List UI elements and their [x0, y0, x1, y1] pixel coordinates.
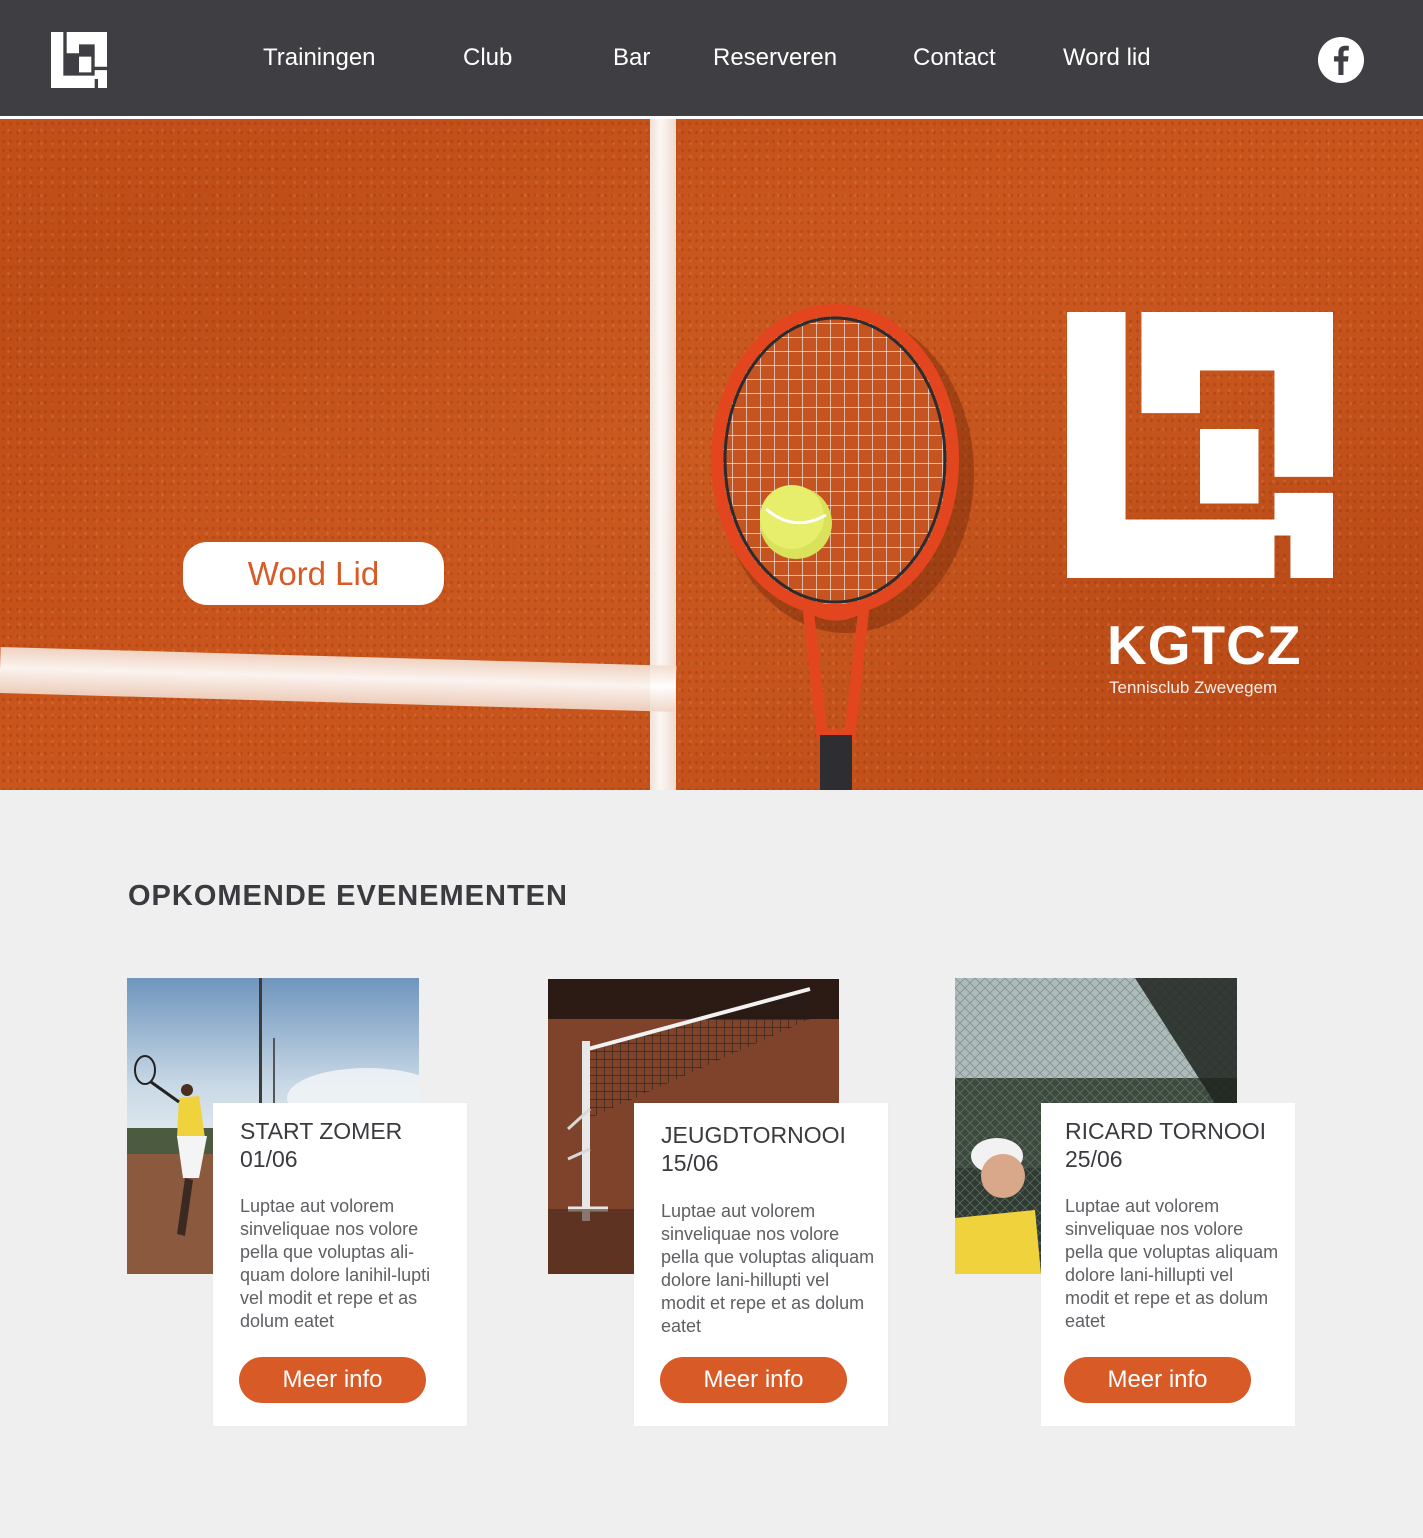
word-lid-button[interactable]: Word Lid: [183, 542, 444, 605]
meer-info-button[interactable]: Meer info: [239, 1357, 426, 1403]
event-date: 25/06: [1065, 1146, 1123, 1172]
brand-name: KGTCZ: [1107, 614, 1302, 676]
tennis-racket-image: [711, 304, 974, 790]
nav-bar[interactable]: Bar: [613, 42, 650, 74]
nav-contact[interactable]: Contact: [913, 42, 996, 74]
nav-word-lid[interactable]: Word lid: [1063, 42, 1151, 74]
section-title: OPKOMENDE EVENEMENTEN: [128, 880, 568, 912]
event-title: JEUGDTORNOOI: [661, 1122, 846, 1148]
event-title: START ZOMER: [240, 1118, 403, 1144]
event-date: 15/06: [661, 1150, 719, 1176]
event-date: 01/06: [240, 1146, 298, 1172]
club-logo-icon[interactable]: [51, 32, 107, 88]
event-description: Luptae aut volorem sinveliquae nos volor…: [661, 1201, 875, 1336]
hero-banner: Word Lid KGTCZ Tennisclub Zwevegem: [0, 119, 1423, 790]
event-card: START ZOMER 01/06 Luptae aut volorem sin…: [213, 1103, 467, 1426]
event-card: JEUGDTORNOOI 15/06 Luptae aut volorem si…: [634, 1103, 888, 1426]
top-navigation-bar: Trainingen Club Bar Reserveren Contact W…: [0, 0, 1423, 116]
event-card: RICARD TORNOOI 25/06 Luptae aut volorem …: [1041, 1103, 1295, 1426]
nav-club[interactable]: Club: [463, 42, 512, 74]
event-description: Luptae aut volorem sinveliquae nos volor…: [240, 1196, 431, 1331]
meer-info-button[interactable]: Meer info: [1064, 1357, 1251, 1403]
nav-reserveren[interactable]: Reserveren: [713, 42, 837, 74]
club-logo-large-icon: [1067, 312, 1333, 578]
nav-trainingen[interactable]: Trainingen: [263, 42, 376, 74]
event-title: RICARD TORNOOI: [1065, 1118, 1267, 1144]
facebook-icon[interactable]: [1318, 37, 1364, 83]
brand-subtitle: Tennisclub Zwevegem: [1109, 678, 1278, 697]
meer-info-button[interactable]: Meer info: [660, 1357, 847, 1403]
event-description: Luptae aut volorem sinveliquae nos volor…: [1065, 1196, 1279, 1331]
